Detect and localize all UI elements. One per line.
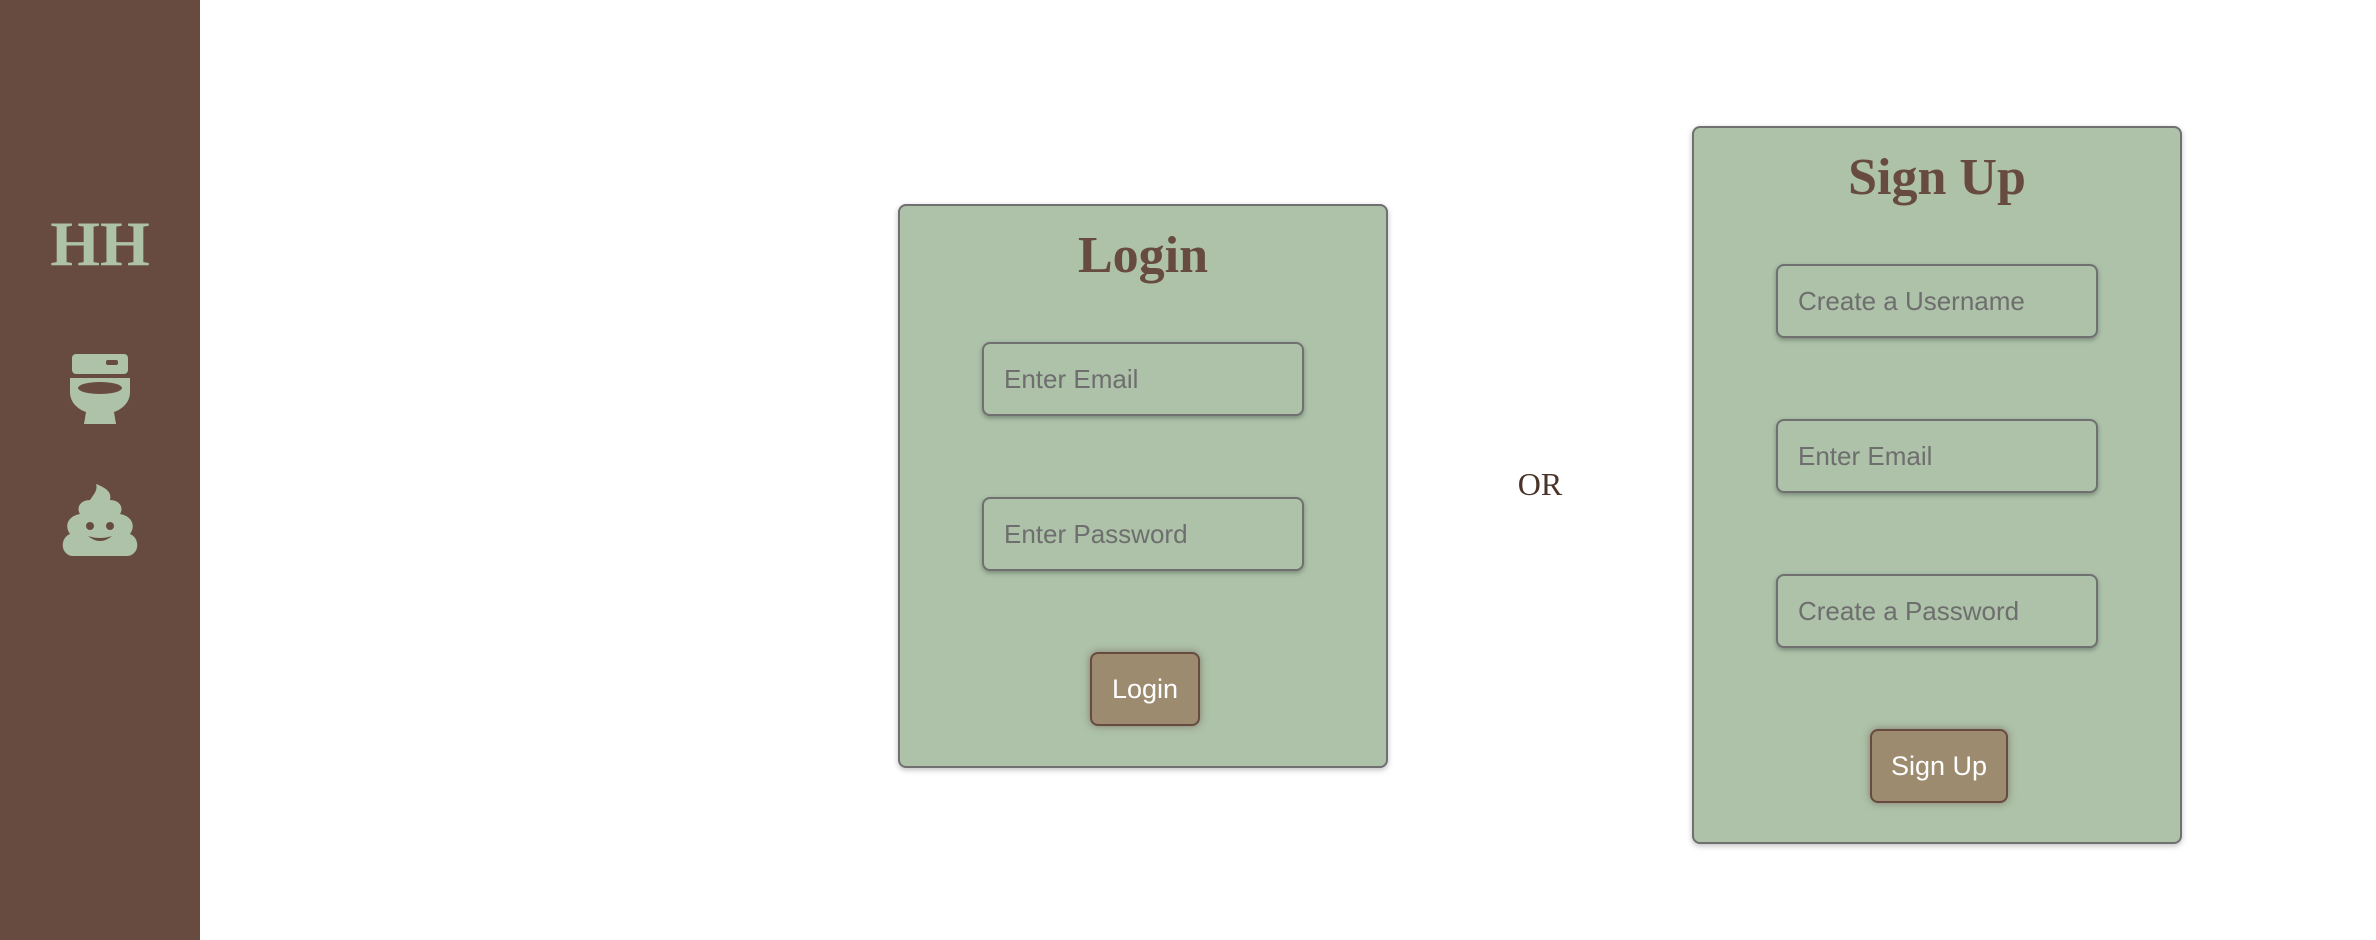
login-button[interactable]: Login — [1090, 652, 1200, 726]
sidebar: HH — [0, 0, 200, 940]
signup-card: Sign Up Sign Up — [1692, 126, 2182, 844]
toilet-icon[interactable] — [60, 348, 140, 428]
poop-icon[interactable] — [60, 482, 140, 562]
signup-password-input[interactable] — [1776, 574, 2098, 648]
login-card: Login Login — [898, 204, 1388, 768]
login-email-input[interactable] — [982, 342, 1304, 416]
signup-email-input[interactable] — [1776, 419, 2098, 493]
login-title: Login — [1077, 227, 1209, 284]
signup-title: Sign Up — [1848, 149, 2026, 206]
signup-button[interactable]: Sign Up — [1870, 729, 2008, 803]
signup-username-input[interactable] — [1776, 264, 2098, 338]
or-separator: OR — [1517, 466, 1563, 502]
login-password-input[interactable] — [982, 497, 1304, 571]
brand-logo[interactable]: HH — [0, 208, 200, 280]
